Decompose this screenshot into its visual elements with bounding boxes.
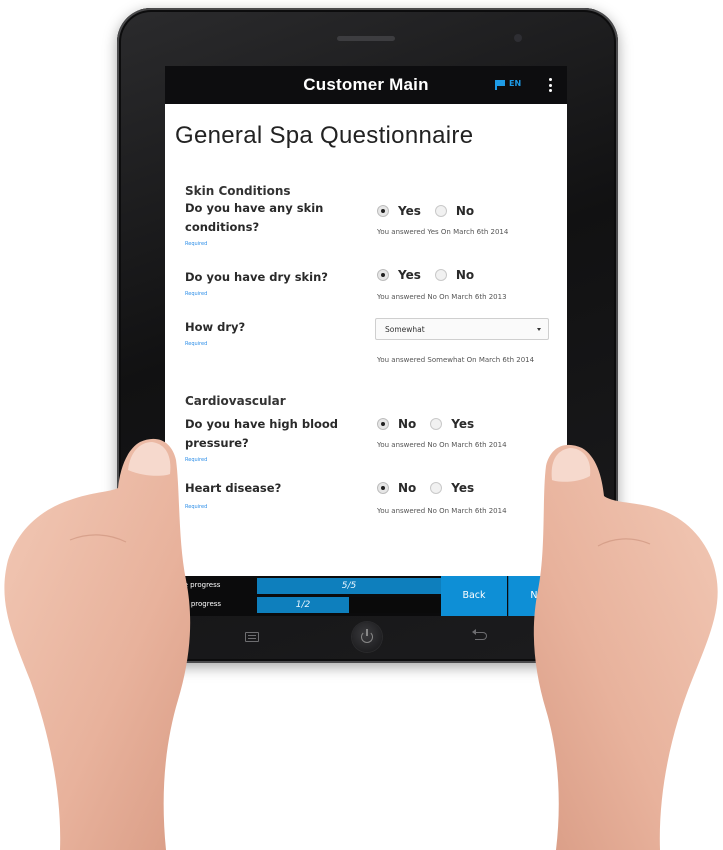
radio-label: No — [398, 481, 417, 495]
hardware-back-icon[interactable] — [472, 629, 487, 640]
radio-option-no[interactable]: No — [377, 481, 416, 495]
power-icon[interactable] — [352, 622, 382, 652]
required-label: Required — [185, 341, 208, 347]
speaker-grille — [337, 36, 395, 41]
section-title-skin-conditions: Skin Conditions — [185, 184, 291, 198]
page-title: General Spa Questionnaire — [175, 122, 474, 149]
section-title-cardiovascular: Cardiovascular — [185, 394, 286, 408]
radio-option-no[interactable]: No — [377, 417, 416, 431]
radio-selected[interactable] — [377, 482, 389, 494]
question-skin-conditions: Do you have any skin conditions? — [185, 201, 324, 234]
question-dry-skin: Do you have dry skin? — [185, 270, 328, 284]
radio-label: No — [398, 417, 417, 431]
left-hand-image — [4, 438, 191, 850]
radio-unselected[interactable] — [430, 482, 443, 494]
form-progress-text: 1/2 — [295, 600, 311, 610]
radio-selected[interactable] — [377, 269, 389, 281]
radio-unselected[interactable] — [434, 205, 447, 217]
page-progress-bar: 5/5 — [257, 578, 441, 594]
answer-note: You answered Yes On March 6th 2014 — [377, 228, 509, 236]
radio-selected[interactable] — [377, 205, 389, 217]
page-progress-text: 5/5 — [341, 581, 357, 591]
radio-option-no[interactable]: No — [434, 204, 475, 218]
radio-group-blood-pressure: No Yes — [377, 417, 488, 431]
flag-icon — [495, 79, 505, 90]
chevron-down-icon — [537, 328, 541, 331]
radio-group-heart-disease: No Yes — [377, 481, 488, 495]
form-progress-bar: 1/2 — [257, 597, 441, 613]
radio-label: Yes — [398, 268, 421, 282]
radio-label: No — [455, 268, 475, 282]
radio-selected[interactable] — [377, 418, 389, 430]
answer-note: You answered No On March 6th 2013 — [377, 293, 507, 301]
radio-unselected[interactable] — [434, 269, 447, 281]
question-how-dry: How dry? — [185, 320, 246, 334]
radio-option-yes[interactable]: Yes — [377, 204, 421, 218]
kebab-menu-icon[interactable] — [547, 76, 553, 94]
radio-option-no[interactable]: No — [434, 268, 475, 282]
app-bar: Customer Main EN — [165, 66, 567, 104]
radio-group-skin-conditions: Yes No — [377, 204, 488, 218]
answer-note: You answered Somewhat On March 6th 2014 — [377, 356, 535, 364]
how-dry-select[interactable]: Somewhat — [375, 318, 549, 340]
required-label: Required — [185, 241, 208, 247]
language-selector[interactable]: EN — [495, 79, 522, 90]
front-camera — [514, 34, 522, 42]
back-button[interactable]: Back — [441, 576, 507, 616]
required-label: Required — [185, 291, 208, 297]
hardware-menu-icon[interactable] — [245, 632, 259, 642]
radio-label: Yes — [398, 204, 421, 218]
radio-label: No — [455, 204, 475, 218]
language-label: EN — [509, 79, 522, 88]
radio-group-dry-skin: Yes No — [377, 268, 488, 282]
right-hand-image — [533, 444, 718, 850]
radio-option-yes[interactable]: Yes — [430, 417, 474, 431]
select-value: Somewhat — [385, 325, 425, 334]
radio-label: Yes — [451, 417, 475, 431]
radio-option-yes[interactable]: Yes — [377, 268, 421, 282]
radio-option-yes[interactable]: Yes — [430, 481, 474, 495]
radio-unselected[interactable] — [430, 418, 443, 430]
radio-label: Yes — [451, 481, 475, 495]
